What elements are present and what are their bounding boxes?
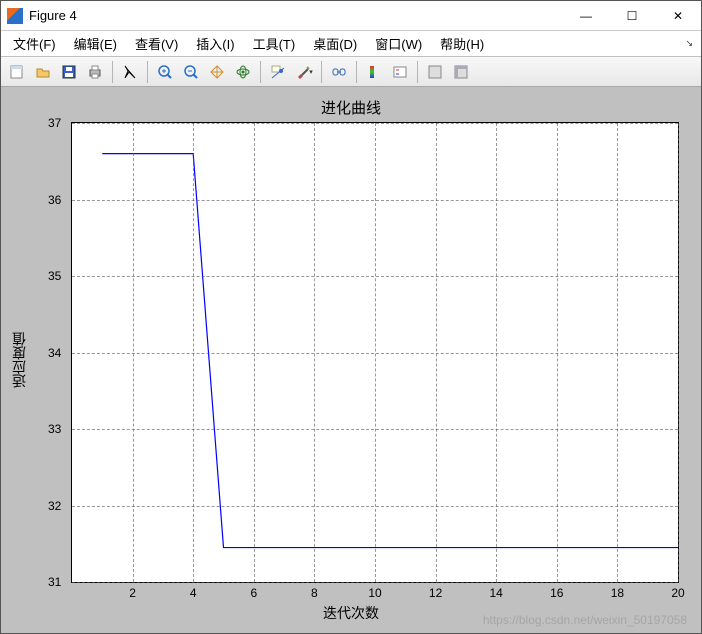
print-button[interactable] — [83, 60, 107, 84]
maximize-button[interactable]: ☐ — [609, 1, 655, 31]
menu-edit[interactable]: 编辑(E) — [74, 34, 117, 53]
hide-plot-tools-button[interactable] — [423, 60, 447, 84]
rotate-3d-button[interactable] — [231, 60, 255, 84]
axes[interactable]: 246810121416182031323334353637 — [71, 122, 679, 583]
menu-window[interactable]: 窗口(W) — [375, 34, 422, 53]
gridline-horizontal — [72, 123, 678, 124]
matlab-logo-icon — [7, 8, 23, 24]
gridline-horizontal — [72, 353, 678, 354]
x-tick-label: 2 — [129, 586, 136, 600]
y-tick-label: 36 — [48, 193, 61, 207]
x-tick-label: 14 — [490, 586, 503, 600]
y-tick-label: 37 — [48, 116, 61, 130]
edit-plot-button[interactable] — [118, 60, 142, 84]
gridline-horizontal — [72, 582, 678, 583]
gridline-horizontal — [72, 429, 678, 430]
x-tick-label: 4 — [190, 586, 197, 600]
figure-canvas[interactable]: 进化曲线 适应度值 迭代次数 2468101214161820313233343… — [1, 87, 701, 633]
y-tick-label: 33 — [48, 422, 61, 436]
plot-title: 进化曲线 — [11, 97, 691, 118]
x-tick-label: 8 — [311, 586, 318, 600]
x-tick-label: 18 — [611, 586, 624, 600]
menu-insert[interactable]: 插入(I) — [196, 34, 234, 53]
pan-button[interactable] — [205, 60, 229, 84]
brush-button[interactable]: ▾ — [292, 60, 316, 84]
menu-file[interactable]: 文件(F) — [13, 34, 56, 53]
insert-legend-button[interactable] — [388, 60, 412, 84]
x-tick-label: 12 — [429, 586, 442, 600]
close-button[interactable]: ✕ — [655, 1, 701, 31]
gridline-vertical — [678, 123, 679, 582]
save-button[interactable] — [57, 60, 81, 84]
title-bar: Figure 4 — ☐ ✕ — [1, 1, 701, 31]
gridline-horizontal — [72, 276, 678, 277]
y-tick-label: 35 — [48, 269, 61, 283]
open-button[interactable] — [31, 60, 55, 84]
menu-desktop[interactable]: 桌面(D) — [313, 34, 357, 53]
show-plot-tools-button[interactable] — [449, 60, 473, 84]
x-tick-label: 6 — [250, 586, 257, 600]
zoom-in-button[interactable] — [153, 60, 177, 84]
window-title: Figure 4 — [29, 8, 563, 23]
x-tick-label: 16 — [550, 586, 563, 600]
new-figure-button[interactable] — [5, 60, 29, 84]
menu-view[interactable]: 查看(V) — [135, 34, 178, 53]
menu-tools[interactable]: 工具(T) — [253, 34, 296, 53]
menu-help[interactable]: 帮助(H) — [440, 34, 484, 53]
x-tick-label: 10 — [368, 586, 381, 600]
toolbar: ▾ — [1, 57, 701, 87]
y-tick-label: 34 — [48, 346, 61, 360]
gridline-horizontal — [72, 200, 678, 201]
menubar-more-icon[interactable]: ↘ — [685, 38, 693, 49]
menu-bar: 文件(F) 编辑(E) 查看(V) 插入(I) 工具(T) 桌面(D) 窗口(W… — [1, 31, 701, 57]
y-tick-label: 32 — [48, 499, 61, 513]
y-axis-label: 适应度值 — [11, 332, 31, 388]
zoom-out-button[interactable] — [179, 60, 203, 84]
x-axis-label: 迭代次数 — [11, 603, 691, 623]
data-cursor-button[interactable] — [266, 60, 290, 84]
x-tick-label: 20 — [671, 586, 684, 600]
link-plot-button[interactable] — [327, 60, 351, 84]
insert-colorbar-button[interactable] — [362, 60, 386, 84]
y-tick-label: 31 — [48, 575, 61, 589]
gridline-horizontal — [72, 506, 678, 507]
minimize-button[interactable]: — — [563, 1, 609, 31]
